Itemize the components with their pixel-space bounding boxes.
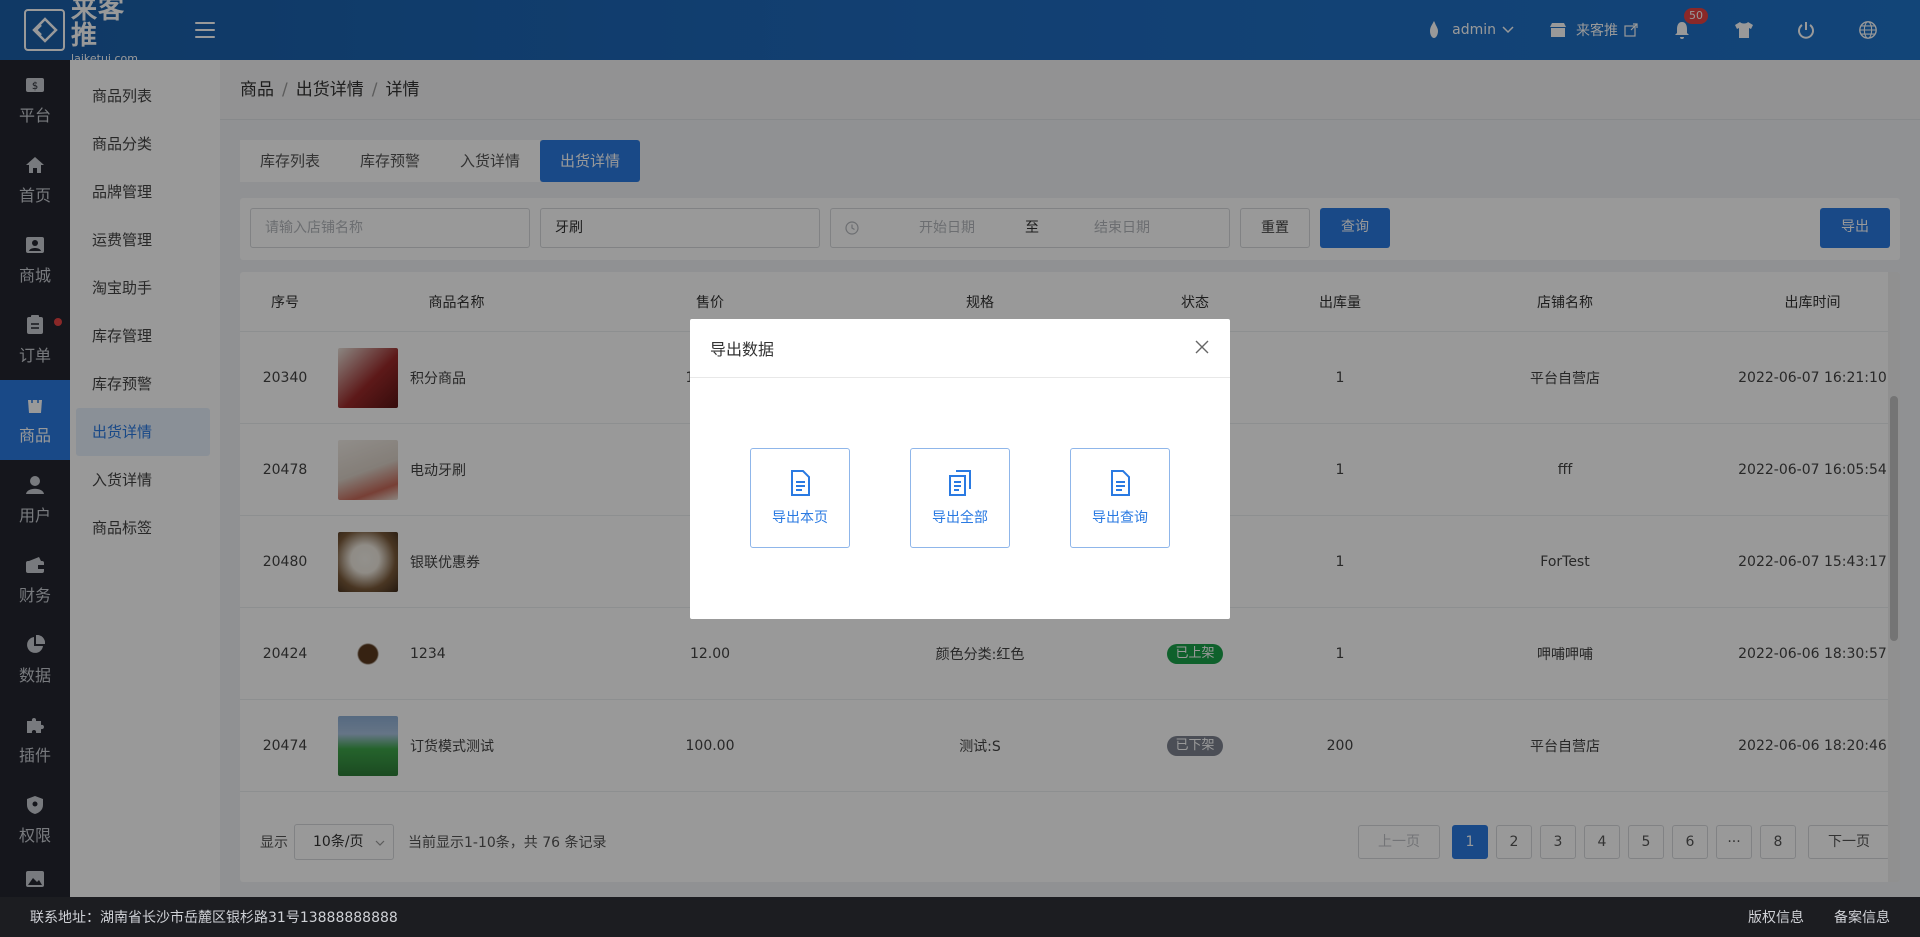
export-dialog: 导出数据 导出本页 导出全部 导出查询 <box>690 319 1230 619</box>
export-query-label: 导出查询 <box>1092 510 1148 526</box>
dialog-body: 导出本页 导出全部 导出查询 <box>690 378 1230 618</box>
copyright-link[interactable]: 版权信息 <box>1748 907 1804 927</box>
record-link[interactable]: 备案信息 <box>1834 907 1890 927</box>
close-icon[interactable] <box>1194 339 1210 355</box>
dialog-header: 导出数据 <box>690 319 1230 378</box>
export-page-label: 导出本页 <box>772 510 828 526</box>
footer-address: 联系地址：湖南省长沙市岳麓区银杉路31号13888888888 <box>30 910 398 926</box>
document-icon <box>1111 470 1130 496</box>
export-all-label: 导出全部 <box>932 510 988 526</box>
export-page-button[interactable]: 导出本页 <box>750 448 850 548</box>
copy-document-icon <box>949 470 971 496</box>
dialog-title: 导出数据 <box>710 340 775 359</box>
export-all-button[interactable]: 导出全部 <box>910 448 1010 548</box>
footer: 联系地址：湖南省长沙市岳麓区银杉路31号13888888888 版权信息 备案信… <box>0 897 1920 937</box>
export-query-button[interactable]: 导出查询 <box>1070 448 1170 548</box>
document-icon <box>791 470 810 496</box>
